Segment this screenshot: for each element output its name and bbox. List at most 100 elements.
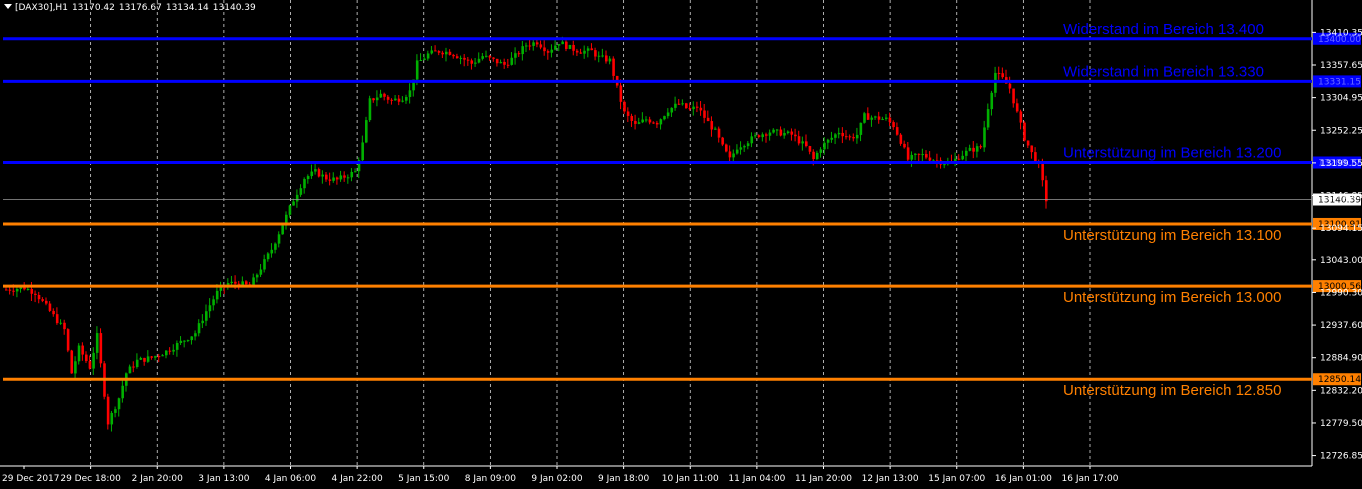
bear-candle <box>797 136 801 144</box>
bear-candle <box>972 147 975 152</box>
bull-candle <box>761 134 764 138</box>
bear-candle <box>12 290 15 292</box>
bull-candle <box>510 57 514 65</box>
bear-candle <box>630 115 634 121</box>
bear-candle <box>37 294 41 300</box>
bear-candle <box>5 289 8 291</box>
bull-candle <box>190 336 194 341</box>
bear-candle <box>812 151 815 160</box>
bull-candle <box>477 58 481 63</box>
bear-candle <box>1019 111 1023 123</box>
bear-candle <box>957 158 961 160</box>
bear-candle <box>906 147 910 160</box>
bull-candle <box>183 340 186 342</box>
bear-candle <box>979 146 983 148</box>
bear-candle <box>52 310 55 315</box>
bull-candle <box>426 53 430 59</box>
bull-candle <box>15 288 19 292</box>
bull-candle <box>419 60 423 62</box>
bull-candle <box>772 129 775 133</box>
bear-candle <box>437 51 441 53</box>
price-tick-label: 13043.00 <box>1320 256 1362 266</box>
bear-candle <box>575 50 579 53</box>
bull-candle <box>197 323 201 334</box>
price-tick-label: 12726.85 <box>1320 452 1362 462</box>
bear-candle <box>1034 152 1037 163</box>
bull-candle <box>346 177 350 179</box>
bull-candle <box>110 412 114 425</box>
bear-candle <box>805 141 808 147</box>
price-chart[interactable]: 13140.3913400.00Widerstand im Bereich 13… <box>0 0 1362 489</box>
bull-candle <box>401 100 404 102</box>
bull-candle <box>823 142 826 150</box>
bull-candle <box>961 155 964 160</box>
bear-candle <box>463 57 466 60</box>
bear-candle <box>779 129 783 136</box>
bull-candle <box>394 98 397 101</box>
bear-candle <box>877 116 881 120</box>
price-tick-label: 12937.60 <box>1320 321 1362 331</box>
level-label: Unterstützung im Bereich 13.000 <box>1063 289 1281 306</box>
bear-candle <box>45 300 48 304</box>
bear-candle <box>652 122 655 124</box>
bear-candle <box>63 322 66 330</box>
time-tick-label: 10 Jan 11:00 <box>662 474 719 484</box>
bull-candle <box>259 269 263 275</box>
bear-candle <box>70 350 74 374</box>
bull-candle <box>117 398 121 410</box>
bear-candle <box>677 103 681 105</box>
bear-candle <box>34 293 37 295</box>
bull-candle <box>597 55 601 57</box>
price-tick-label: 13410.35 <box>1320 28 1362 38</box>
bull-candle <box>521 46 524 55</box>
bear-candle <box>997 72 1001 74</box>
bull-candle <box>608 58 612 62</box>
bear-candle <box>925 154 928 158</box>
price-axis: 13410.35 13357.65 13304.95 13252.25 13199.55… <box>1312 28 1362 462</box>
bull-candle <box>303 179 306 189</box>
bull-candle <box>514 53 517 58</box>
bull-candle <box>74 361 77 374</box>
bull-candle <box>975 146 979 152</box>
bull-candle <box>474 62 477 64</box>
bear-candle <box>495 58 499 64</box>
bull-candle <box>834 134 837 138</box>
bear-candle <box>492 57 495 59</box>
bear-candle <box>1008 83 1012 89</box>
bull-candle <box>914 153 917 155</box>
price-tick-label: 13252.25 <box>1320 126 1362 136</box>
bull-candle <box>659 119 663 125</box>
bear-candle <box>48 303 52 311</box>
bull-candle <box>459 57 463 59</box>
bear-candle <box>895 127 899 135</box>
bull-candle <box>568 44 572 49</box>
bear-candle <box>441 52 444 55</box>
bear-candle <box>699 107 703 111</box>
bull-candle <box>292 201 295 206</box>
bear-candle <box>397 98 401 102</box>
bear-candle <box>546 51 550 53</box>
levels-layer: 13140.3913400.00Widerstand im Bereich 13… <box>3 21 1361 399</box>
bull-candle <box>208 305 212 312</box>
time-tick-label: 11 Jan 04:00 <box>728 474 785 484</box>
bull-candle <box>732 153 735 158</box>
bear-candle <box>695 106 699 108</box>
bear-candle <box>390 99 394 101</box>
bull-candle <box>826 139 830 143</box>
bear-candle <box>85 354 88 362</box>
bear-candle <box>41 299 44 301</box>
bear-candle <box>528 45 532 47</box>
bull-candle <box>146 356 150 362</box>
bear-candle <box>30 288 34 294</box>
bull-candle <box>314 169 317 172</box>
bull-candle <box>405 97 408 101</box>
bull-candle <box>663 116 666 120</box>
time-tick-label: 12 Jan 13:00 <box>862 474 919 484</box>
bear-candle <box>848 136 852 138</box>
bull-candle <box>230 281 234 284</box>
price-tick-label: 12779.50 <box>1320 419 1362 429</box>
bull-candle <box>310 171 314 177</box>
bull-candle <box>139 357 143 360</box>
bear-candle <box>325 174 328 180</box>
bear-candle <box>106 396 110 425</box>
